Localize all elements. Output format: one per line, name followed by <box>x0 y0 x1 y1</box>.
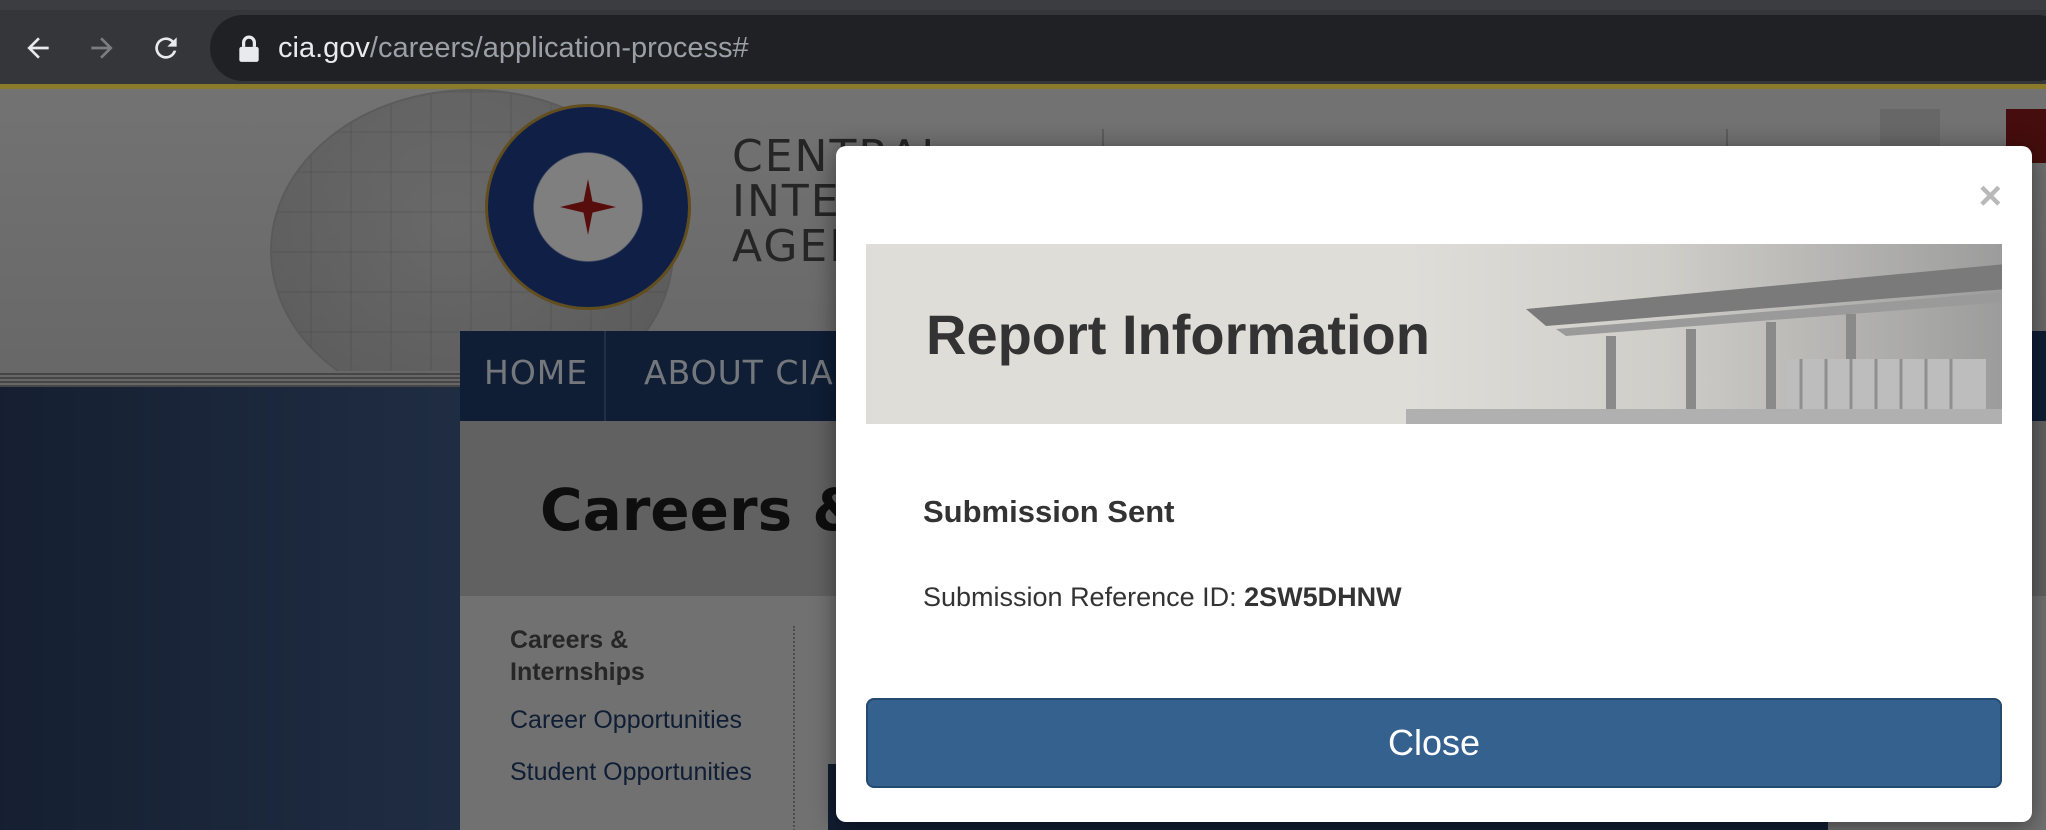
dialog-banner: Report Information <box>866 244 2002 424</box>
lock-icon <box>239 35 259 62</box>
arrow-right-icon <box>91 37 113 59</box>
back-button[interactable] <box>18 28 58 68</box>
tab-strip <box>0 0 2046 10</box>
report-information-dialog: × Report Information Submission Sent Sub… <box>836 146 2032 822</box>
dialog-title: Report Information <box>926 303 1430 366</box>
forward-button[interactable] <box>82 28 122 68</box>
reference-label: Submission Reference ID: <box>923 582 1237 612</box>
close-icon[interactable]: × <box>1979 176 2002 216</box>
arrow-left-icon <box>27 37 49 59</box>
reload-icon <box>155 37 177 59</box>
url-path: /careers/application-process# <box>369 32 749 64</box>
browser-toolbar: cia.gov/careers/application-process# <box>0 10 2046 86</box>
reference-line: Submission Reference ID: 2SW5DHNW <box>923 582 1402 613</box>
building-image <box>1406 264 2002 424</box>
submission-status: Submission Sent <box>923 494 1175 529</box>
address-bar[interactable]: cia.gov/careers/application-process# <box>210 15 2046 81</box>
url-host: cia.gov <box>278 32 370 64</box>
close-button[interactable]: Close <box>866 698 2002 788</box>
reload-button[interactable] <box>146 28 186 68</box>
url-text: cia.gov/careers/application-process# <box>278 29 749 67</box>
reference-id: 2SW5DHNW <box>1244 582 1402 612</box>
